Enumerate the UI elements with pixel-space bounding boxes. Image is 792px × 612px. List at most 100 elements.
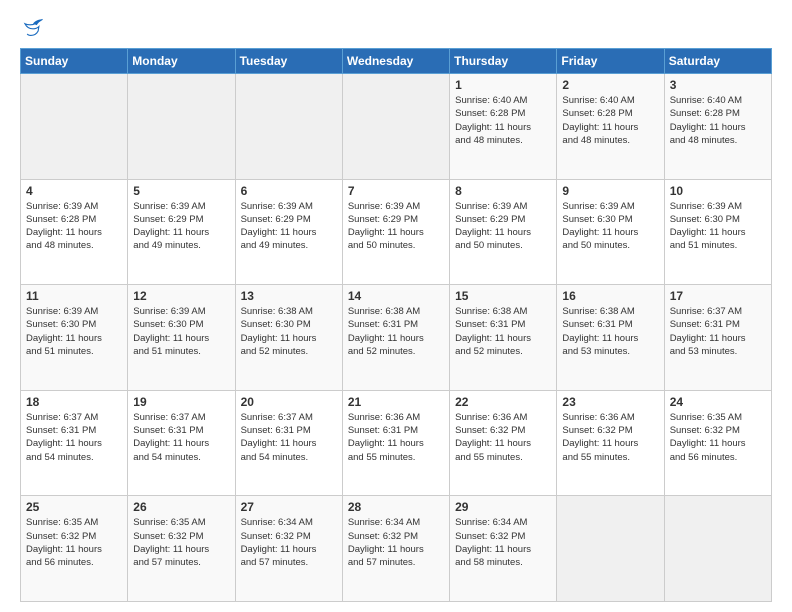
calendar-cell [128,74,235,180]
calendar-cell: 6 Sunrise: 6:39 AMSunset: 6:29 PMDaylight… [235,179,342,285]
day-info: Sunrise: 6:35 AMSunset: 6:32 PMDaylight:… [26,516,122,569]
day-info: Sunrise: 6:39 AMSunset: 6:29 PMDaylight:… [241,200,337,253]
day-number: 25 [26,500,122,514]
calendar-cell: 10 Sunrise: 6:39 AMSunset: 6:30 PMDayligh… [664,179,771,285]
calendar-cell: 15Sunrise: 6:38 AMSunset: 6:31 PMDayligh… [450,285,557,391]
day-info: Sunrise: 6:39 AMSunset: 6:30 PMDaylight:… [133,305,229,358]
week-row-4: 18 Sunrise: 6:37 AMSunset: 6:31 PMDayligh… [21,390,772,496]
page: SundayMondayTuesdayWednesdayThursdayFrid… [0,0,792,612]
calendar-cell: 8 Sunrise: 6:39 AMSunset: 6:29 PMDaylight… [450,179,557,285]
weekday-header-monday: Monday [128,49,235,74]
day-number: 28 [348,500,444,514]
day-number: 27 [241,500,337,514]
calendar-cell: 28 Sunrise: 6:34 AMSunset: 6:32 PMDayligh… [342,496,449,602]
day-info: Sunrise: 6:34 AMSunset: 6:32 PMDaylight:… [348,516,444,569]
week-row-1: 1 Sunrise: 6:40 AMSunset: 6:28 PMDaylight… [21,74,772,180]
week-row-2: 4 Sunrise: 6:39 AMSunset: 6:28 PMDaylight… [21,179,772,285]
day-number: 21 [348,395,444,409]
calendar-cell: 14 Sunrise: 6:38 AMSunset: 6:31 PMDayligh… [342,285,449,391]
weekday-header-wednesday: Wednesday [342,49,449,74]
calendar-cell: 5 Sunrise: 6:39 AMSunset: 6:29 PMDaylight… [128,179,235,285]
calendar-cell: 19Sunrise: 6:37 AMSunset: 6:31 PMDayligh… [128,390,235,496]
day-info: Sunrise: 6:36 AMSunset: 6:31 PMDaylight:… [348,411,444,464]
day-number: 2 [562,78,658,92]
day-info: Sunrise: 6:36 AMSunset: 6:32 PMDaylight:… [455,411,551,464]
day-info: Sunrise: 6:37 AMSunset: 6:31 PMDaylight:… [133,411,229,464]
calendar-cell: 4 Sunrise: 6:39 AMSunset: 6:28 PMDaylight… [21,179,128,285]
day-number: 5 [133,184,229,198]
day-info: Sunrise: 6:36 AMSunset: 6:32 PMDaylight:… [562,411,658,464]
calendar-cell: 13 Sunrise: 6:38 AMSunset: 6:30 PMDayligh… [235,285,342,391]
day-number: 11 [26,289,122,303]
day-info: Sunrise: 6:39 AMSunset: 6:30 PMDaylight:… [562,200,658,253]
day-number: 12 [133,289,229,303]
logo [20,16,44,38]
day-number: 7 [348,184,444,198]
day-number: 4 [26,184,122,198]
logo-bird-icon [22,16,44,38]
day-number: 20 [241,395,337,409]
day-info: Sunrise: 6:34 AMSunset: 6:32 PMDaylight:… [455,516,551,569]
day-number: 26 [133,500,229,514]
day-number: 14 [348,289,444,303]
day-number: 9 [562,184,658,198]
day-info: Sunrise: 6:34 AMSunset: 6:32 PMDaylight:… [241,516,337,569]
day-number: 6 [241,184,337,198]
day-info: Sunrise: 6:39 AMSunset: 6:29 PMDaylight:… [455,200,551,253]
day-info: Sunrise: 6:37 AMSunset: 6:31 PMDaylight:… [26,411,122,464]
calendar-cell: 27 Sunrise: 6:34 AMSunset: 6:32 PMDayligh… [235,496,342,602]
day-number: 16 [562,289,658,303]
day-number: 23 [562,395,658,409]
day-info: Sunrise: 6:39 AMSunset: 6:30 PMDaylight:… [670,200,766,253]
day-number: 1 [455,78,551,92]
day-number: 15 [455,289,551,303]
calendar-cell: 9 Sunrise: 6:39 AMSunset: 6:30 PMDaylight… [557,179,664,285]
calendar-cell: 16 Sunrise: 6:38 AMSunset: 6:31 PMDayligh… [557,285,664,391]
calendar-cell: 22 Sunrise: 6:36 AMSunset: 6:32 PMDayligh… [450,390,557,496]
day-number: 13 [241,289,337,303]
calendar-cell [664,496,771,602]
calendar-cell [235,74,342,180]
day-info: Sunrise: 6:39 AMSunset: 6:30 PMDaylight:… [26,305,122,358]
day-info: Sunrise: 6:38 AMSunset: 6:31 PMDaylight:… [562,305,658,358]
calendar-cell [557,496,664,602]
calendar-cell: 18 Sunrise: 6:37 AMSunset: 6:31 PMDayligh… [21,390,128,496]
calendar-cell: 23 Sunrise: 6:36 AMSunset: 6:32 PMDayligh… [557,390,664,496]
calendar-cell: 3 Sunrise: 6:40 AMSunset: 6:28 PMDaylight… [664,74,771,180]
day-info: Sunrise: 6:38 AMSunset: 6:31 PMDaylight:… [348,305,444,358]
day-number: 29 [455,500,551,514]
weekday-header-row: SundayMondayTuesdayWednesdayThursdayFrid… [21,49,772,74]
day-info: Sunrise: 6:38 AMSunset: 6:30 PMDaylight:… [241,305,337,358]
day-number: 3 [670,78,766,92]
day-number: 18 [26,395,122,409]
calendar-cell: 12 Sunrise: 6:39 AMSunset: 6:30 PMDayligh… [128,285,235,391]
day-info: Sunrise: 6:40 AMSunset: 6:28 PMDaylight:… [562,94,658,147]
weekday-header-tuesday: Tuesday [235,49,342,74]
day-info: Sunrise: 6:35 AMSunset: 6:32 PMDaylight:… [133,516,229,569]
day-info: Sunrise: 6:40 AMSunset: 6:28 PMDaylight:… [670,94,766,147]
day-number: 22 [455,395,551,409]
calendar-cell: 25 Sunrise: 6:35 AMSunset: 6:32 PMDayligh… [21,496,128,602]
calendar-cell: 2 Sunrise: 6:40 AMSunset: 6:28 PMDaylight… [557,74,664,180]
day-number: 10 [670,184,766,198]
calendar-table: SundayMondayTuesdayWednesdayThursdayFrid… [20,48,772,602]
day-number: 24 [670,395,766,409]
day-info: Sunrise: 6:40 AMSunset: 6:28 PMDaylight:… [455,94,551,147]
week-row-5: 25 Sunrise: 6:35 AMSunset: 6:32 PMDayligh… [21,496,772,602]
calendar-cell: 7 Sunrise: 6:39 AMSunset: 6:29 PMDaylight… [342,179,449,285]
weekday-header-saturday: Saturday [664,49,771,74]
calendar-cell: 29 Sunrise: 6:34 AMSunset: 6:32 PMDayligh… [450,496,557,602]
calendar-cell [342,74,449,180]
week-row-3: 11 Sunrise: 6:39 AMSunset: 6:30 PMDayligh… [21,285,772,391]
calendar-cell: 21 Sunrise: 6:36 AMSunset: 6:31 PMDayligh… [342,390,449,496]
day-info: Sunrise: 6:39 AMSunset: 6:29 PMDaylight:… [133,200,229,253]
day-number: 17 [670,289,766,303]
day-number: 8 [455,184,551,198]
day-info: Sunrise: 6:37 AMSunset: 6:31 PMDaylight:… [241,411,337,464]
day-info: Sunrise: 6:39 AMSunset: 6:28 PMDaylight:… [26,200,122,253]
calendar-cell: 17Sunrise: 6:37 AMSunset: 6:31 PMDayligh… [664,285,771,391]
day-info: Sunrise: 6:39 AMSunset: 6:29 PMDaylight:… [348,200,444,253]
calendar-cell: 20 Sunrise: 6:37 AMSunset: 6:31 PMDayligh… [235,390,342,496]
weekday-header-friday: Friday [557,49,664,74]
calendar-cell: 1 Sunrise: 6:40 AMSunset: 6:28 PMDaylight… [450,74,557,180]
